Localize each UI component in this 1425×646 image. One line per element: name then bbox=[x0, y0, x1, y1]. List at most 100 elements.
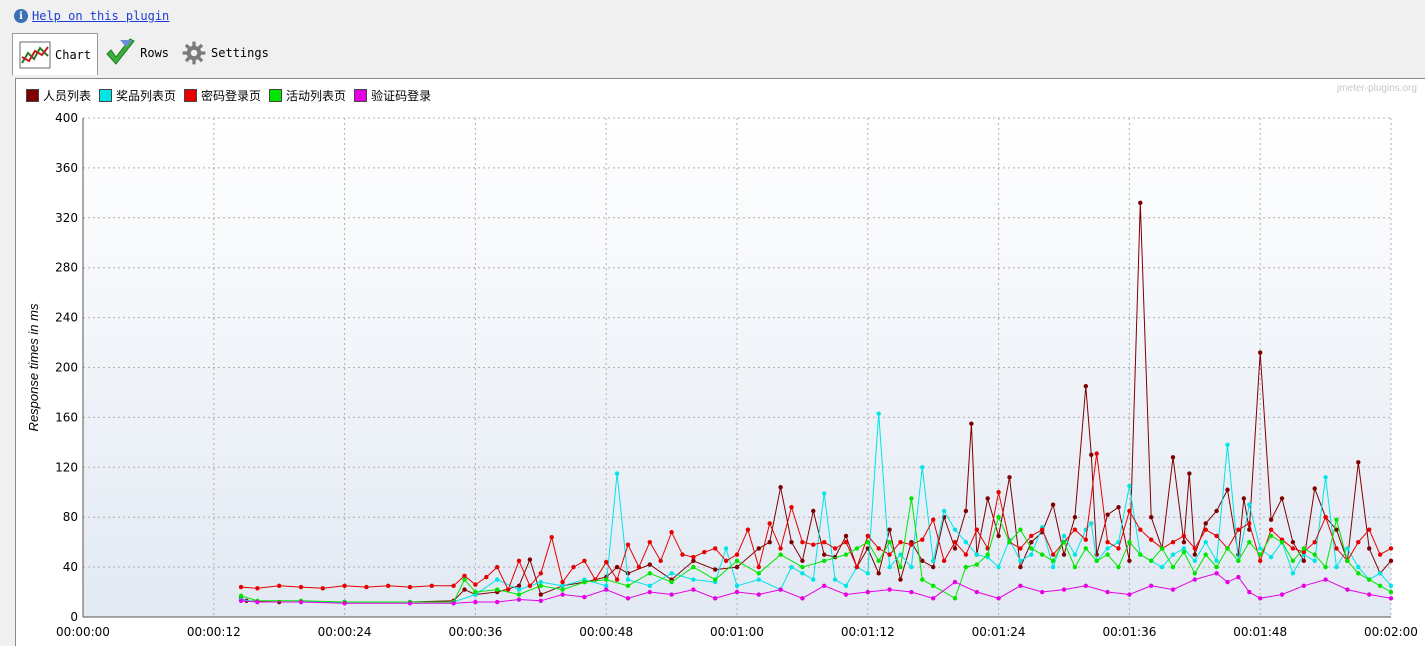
data-point bbox=[1388, 546, 1394, 551]
data-point bbox=[473, 582, 478, 587]
data-point bbox=[451, 583, 456, 589]
data-point bbox=[811, 542, 816, 547]
x-tick-label: 00:00:12 bbox=[187, 625, 241, 639]
data-point bbox=[920, 465, 925, 470]
data-point bbox=[1018, 546, 1023, 551]
help-link[interactable]: Help on this plugin bbox=[32, 9, 169, 23]
data-point bbox=[571, 564, 576, 570]
legend-item: 密码登录页 bbox=[184, 87, 261, 104]
data-point bbox=[298, 599, 304, 605]
data-point bbox=[1170, 564, 1176, 570]
data-point bbox=[680, 552, 685, 557]
data-point bbox=[1050, 502, 1056, 507]
data-point bbox=[1105, 552, 1110, 557]
data-point bbox=[1105, 512, 1110, 517]
data-point bbox=[1007, 539, 1012, 545]
data-point bbox=[898, 564, 903, 570]
data-point bbox=[604, 577, 609, 582]
data-point bbox=[952, 539, 958, 545]
data-point bbox=[691, 554, 696, 560]
data-point bbox=[647, 562, 652, 567]
data-point bbox=[996, 533, 1001, 539]
data-point bbox=[1116, 505, 1121, 510]
data-point bbox=[1181, 539, 1187, 545]
data-point bbox=[1138, 200, 1143, 206]
data-point bbox=[811, 577, 816, 582]
data-point bbox=[876, 558, 881, 564]
data-point bbox=[582, 579, 587, 585]
data-point bbox=[822, 558, 827, 564]
response-time-chart: 0 40 80 120 160 200 240 280 320 360 400 00:00:00 00:… bbox=[26, 111, 1418, 646]
gear-icon bbox=[182, 41, 206, 65]
data-point bbox=[734, 552, 740, 557]
data-point bbox=[1083, 384, 1089, 389]
data-point bbox=[614, 471, 620, 476]
y-tick-label: 360 bbox=[55, 161, 78, 175]
x-tick-label: 00:01:48 bbox=[1233, 625, 1287, 639]
data-point bbox=[1203, 552, 1208, 557]
data-point bbox=[1149, 558, 1154, 564]
data-point bbox=[1127, 483, 1132, 489]
y-tick-label: 120 bbox=[55, 460, 78, 474]
data-point bbox=[1094, 558, 1099, 564]
data-point bbox=[1301, 546, 1307, 551]
x-tick-label: 00:00:36 bbox=[448, 625, 502, 639]
data-point bbox=[495, 587, 500, 592]
data-point bbox=[1312, 552, 1317, 557]
data-point bbox=[1214, 508, 1219, 514]
tab-settings[interactable]: Settings bbox=[175, 33, 275, 73]
data-point bbox=[876, 571, 881, 576]
data-point bbox=[647, 583, 652, 589]
data-point bbox=[1029, 546, 1034, 551]
data-point bbox=[527, 583, 533, 589]
data-point bbox=[669, 529, 674, 535]
data-point bbox=[1105, 589, 1110, 595]
data-point bbox=[407, 601, 413, 606]
data-point bbox=[974, 552, 979, 557]
data-point bbox=[1225, 579, 1230, 585]
data-point bbox=[952, 596, 958, 601]
data-point bbox=[625, 596, 631, 601]
data-point bbox=[1170, 552, 1176, 557]
legend-label: 验证码登录 bbox=[371, 89, 432, 103]
data-point bbox=[974, 589, 979, 595]
data-point bbox=[952, 579, 958, 585]
data-point bbox=[1127, 558, 1132, 564]
data-point bbox=[713, 567, 718, 572]
data-point bbox=[1290, 558, 1296, 564]
x-tick-label: 00:00:00 bbox=[56, 625, 110, 639]
data-point bbox=[1290, 571, 1296, 576]
data-point bbox=[996, 490, 1001, 495]
y-tick-label: 0 bbox=[70, 610, 78, 624]
data-point bbox=[843, 539, 849, 545]
data-point bbox=[1116, 546, 1121, 551]
data-point bbox=[298, 584, 304, 590]
data-point bbox=[920, 577, 925, 582]
legend-item: 验证码登录 bbox=[354, 87, 431, 104]
data-point bbox=[1149, 537, 1154, 542]
data-point bbox=[407, 584, 413, 590]
data-point bbox=[963, 552, 969, 557]
data-point bbox=[756, 577, 761, 582]
legend-swatch bbox=[26, 89, 39, 102]
data-point bbox=[1192, 552, 1198, 557]
tab-chart[interactable]: Chart bbox=[12, 33, 99, 75]
data-point bbox=[1268, 533, 1274, 539]
data-point bbox=[1116, 564, 1121, 570]
data-point bbox=[495, 564, 500, 570]
data-point bbox=[1192, 558, 1198, 564]
tab-rows[interactable]: Rows bbox=[98, 33, 175, 73]
data-point bbox=[1018, 527, 1023, 532]
y-tick-label: 160 bbox=[55, 410, 78, 424]
legend-swatch bbox=[269, 89, 283, 102]
data-point bbox=[516, 558, 522, 564]
data-point bbox=[723, 546, 729, 551]
data-point bbox=[1279, 592, 1285, 597]
data-point bbox=[909, 496, 914, 501]
data-point bbox=[996, 564, 1001, 570]
checkmark-icon bbox=[106, 38, 135, 65]
data-point bbox=[1127, 592, 1132, 597]
legend-label: 奖品列表页 bbox=[116, 89, 177, 103]
tab-bar: Chart Rows Settings bbox=[12, 33, 275, 75]
data-point bbox=[1089, 521, 1094, 526]
